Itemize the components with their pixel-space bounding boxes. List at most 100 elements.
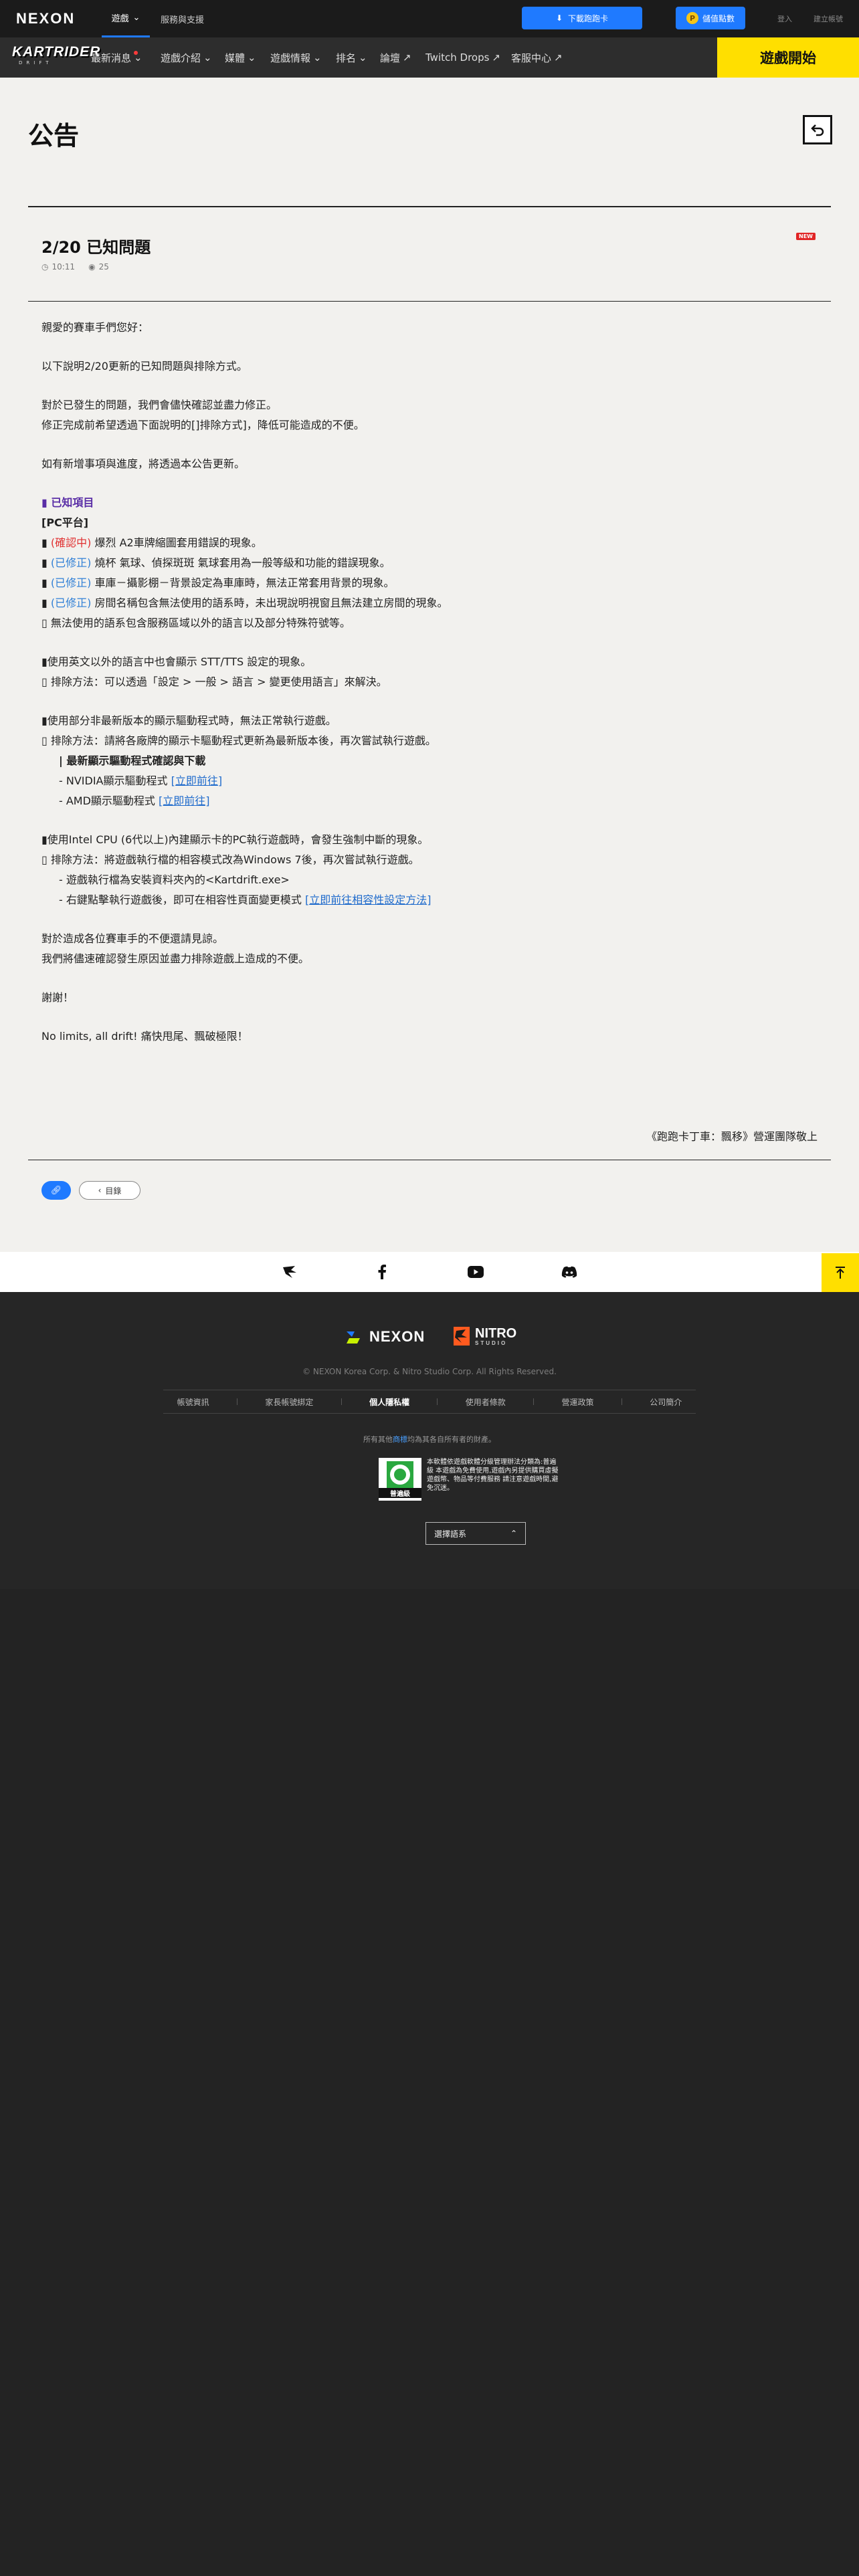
post-time-value: 10:11 <box>52 262 76 272</box>
fix-step-text: - 右鍵點擊執行遊戲後，即可在相容性頁面變更模式 <box>59 893 305 906</box>
social-links-bar <box>0 1252 859 1292</box>
rating-badge: 普遍級 <box>379 1458 421 1501</box>
coin-icon: P <box>686 12 698 24</box>
external-link-icon: ↗ <box>403 51 411 64</box>
list-button[interactable]: ‹ 目錄 <box>79 1181 140 1200</box>
nav-news-label: 最新消息 <box>91 51 132 64</box>
nvidia-driver-label: - NVIDIA顯示驅動程式 <box>59 774 171 787</box>
footer-link-terms[interactable]: 使用者條款 <box>466 1396 506 1408</box>
nav-media-label: 媒體 <box>225 51 246 64</box>
nav-game-menu[interactable]: 遊戲 ⌄ <box>102 0 150 37</box>
post-views-value: 25 <box>98 262 109 272</box>
youtube-icon[interactable] <box>467 1263 484 1281</box>
nav-game-intro-label: 遊戲介紹 <box>161 51 201 64</box>
footer-links: 帳號資訊 家長帳號綁定 個人隱私權 使用者條款 營運政策 公司簡介 <box>163 1390 696 1414</box>
fix-step: - 右鍵點擊執行遊戲後，即可在相容性頁面變更模式 [立即前往相容性設定方法] <box>41 891 431 907</box>
issue-text: 房間名稱包含無法使用的語系時，未出現說明視窗且無法建立房間的現象。 <box>91 597 448 609</box>
chevron-down-icon: ⌄ <box>203 51 212 64</box>
nitro-social-icon[interactable] <box>281 1263 298 1281</box>
post-meta: ◷ 10:11 ◉ 25 <box>41 262 109 272</box>
chevron-down-icon: ⌄ <box>132 13 140 23</box>
kartrider-logo[interactable]: KARTRIDER DRIFT <box>12 44 101 71</box>
share-link-button[interactable]: 🔗︎ <box>41 1181 71 1200</box>
nav-news[interactable]: 最新消息 ⌄ <box>91 37 142 78</box>
nav-forum[interactable]: 論壇 ↗ <box>380 37 411 78</box>
footer-link-policy[interactable]: 營運政策 <box>561 1396 593 1408</box>
eye-icon: ◉ <box>88 262 96 272</box>
nvidia-driver-link[interactable]: [立即前往] <box>171 774 223 787</box>
nitro-mark-icon <box>454 1327 470 1346</box>
issue-item: ▮ (已修正) 燒杯 氣球、偵探斑斑 氣球套用為一般等級和功能的錯誤現象。 <box>41 556 391 569</box>
body-line: 對於已發生的問題，我們會儘快確認並盡力修正。 <box>41 399 278 411</box>
scroll-to-top-button[interactable] <box>822 1253 859 1292</box>
new-dot-icon <box>134 51 138 55</box>
fix-step: - 遊戲執行檔為安裝資料夾內的<Kartdrift.exe> <box>59 873 290 886</box>
page-title: 公告 <box>28 121 80 150</box>
known-issues-heading: ▮ 已知項目 <box>41 496 94 509</box>
compatibility-guide-link[interactable]: [立即前往相容性設定方法] <box>305 893 432 906</box>
rating-general-icon <box>387 1461 413 1488</box>
meta-divider <box>28 301 831 302</box>
amd-driver-link[interactable]: [立即前往] <box>159 794 210 807</box>
status-tag: (已修正) <box>50 556 92 569</box>
status-tag: (已修正) <box>50 576 92 589</box>
footer-link-company[interactable]: 公司簡介 <box>650 1396 682 1408</box>
driver-download-heading: | 最新顯示驅動程式確認與下載 <box>59 754 206 767</box>
download-button[interactable]: ⬇ 下載跑跑卡 <box>522 7 642 29</box>
issue-fix: ▯ 排除方法：請將各廠牌的顯示卡驅動程式更新為最新版本後，再次嘗試執行遊戲。 <box>41 734 436 747</box>
external-link-icon: ↗ <box>554 51 563 64</box>
separator <box>533 1398 535 1405</box>
footer-nexon-logo: NEXON <box>345 1328 425 1346</box>
chevron-left-icon: ‹ <box>98 1186 102 1195</box>
footer-link-privacy[interactable]: 個人隱私權 <box>369 1396 409 1408</box>
body-line: 親愛的賽車手們您好： <box>41 321 149 334</box>
nav-media[interactable]: 媒體 ⌄ <box>225 37 256 78</box>
status-tag: (確認中) <box>50 536 92 549</box>
link-icon: 🔗︎ <box>50 1185 62 1196</box>
back-arrow-icon <box>811 124 824 136</box>
body-line: 謝謝！ <box>41 991 74 1004</box>
chevron-down-icon: ⌄ <box>359 51 367 64</box>
external-link-icon: ↗ <box>492 51 500 64</box>
nvidia-driver-line: - NVIDIA顯示驅動程式 [立即前往] <box>41 772 222 788</box>
nav-twitch-drops[interactable]: Twitch Drops ↗ <box>425 37 500 78</box>
points-label: 儲值點數 <box>702 13 735 23</box>
separator <box>341 1398 342 1405</box>
chevron-up-icon: ⌃ <box>510 1529 517 1538</box>
footer-link-parent[interactable]: 家長帳號綁定 <box>265 1396 313 1408</box>
body-line: 我們將儘速確認發生原因並盡力排除遊戲上造成的不便。 <box>41 952 310 965</box>
issue-item: ▮使用部分非最新版本的顯示驅動程式時，無法正常執行遊戲。 <box>41 714 337 727</box>
clock-icon: ◷ <box>41 262 49 272</box>
rating-description: 本軟體依遊戲軟體分級管理辦法分類為:普遍級 本遊戲為免費使用,遊戲內另提供購買虛… <box>427 1459 559 1492</box>
nav-game-intro[interactable]: 遊戲介紹 ⌄ <box>161 37 212 78</box>
buy-points-button[interactable]: P 儲值點數 <box>676 7 745 29</box>
trademark-link[interactable]: 商標 <box>393 1435 407 1444</box>
nexon-logo[interactable]: NEXON <box>16 10 75 27</box>
download-label: 下載跑跑卡 <box>568 13 609 23</box>
facebook-icon[interactable] <box>373 1263 391 1281</box>
login-link[interactable]: 登入 <box>777 13 792 24</box>
issue-fix: ▯ 排除方法：可以透過「設定 > 一般 > 語言 > 變更使用語言」來解決。 <box>41 675 387 688</box>
title-divider <box>28 206 831 207</box>
new-badge: NEW <box>796 233 816 240</box>
footer-nitro-logo: NITRO STUDIO <box>452 1325 516 1347</box>
pc-platform-heading: [PC平台] <box>41 516 89 529</box>
nav-twitch-drops-label: Twitch Drops <box>425 51 490 64</box>
nav-customer-center[interactable]: 客服中心 ↗ <box>511 37 563 78</box>
nav-ranking-label: 排名 <box>336 51 357 64</box>
nav-game-info[interactable]: 遊戲情報 ⌄ <box>270 37 322 78</box>
trademark-notice: 所有其他商標均為其各自所有者的財產。 <box>0 1434 859 1444</box>
language-select[interactable]: 選擇語系 ⌃ <box>425 1522 526 1545</box>
nav-support-link[interactable]: 服務與支援 <box>161 0 204 37</box>
game-start-button[interactable]: 遊戲開始 <box>717 37 859 78</box>
nav-game-label: 遊戲 <box>111 14 129 24</box>
back-button[interactable] <box>803 115 832 144</box>
trademark-post: 均為其各自所有者的財產。 <box>407 1435 496 1444</box>
nav-ranking[interactable]: 排名 ⌄ <box>336 37 367 78</box>
top-bar: NEXON 遊戲 ⌄ 服務與支援 ⬇ 下載跑跑卡 P 儲值點數 登入 建立帳號 <box>0 0 859 37</box>
footer-link-account[interactable]: 帳號資訊 <box>177 1396 209 1408</box>
discord-icon[interactable] <box>561 1263 578 1281</box>
issue-text: 燒杯 氣球、偵探斑斑 氣球套用為一般等級和功能的錯誤現象。 <box>91 556 391 569</box>
kartrider-logo-text: KARTRIDER <box>12 44 101 60</box>
signup-link[interactable]: 建立帳號 <box>814 13 843 24</box>
